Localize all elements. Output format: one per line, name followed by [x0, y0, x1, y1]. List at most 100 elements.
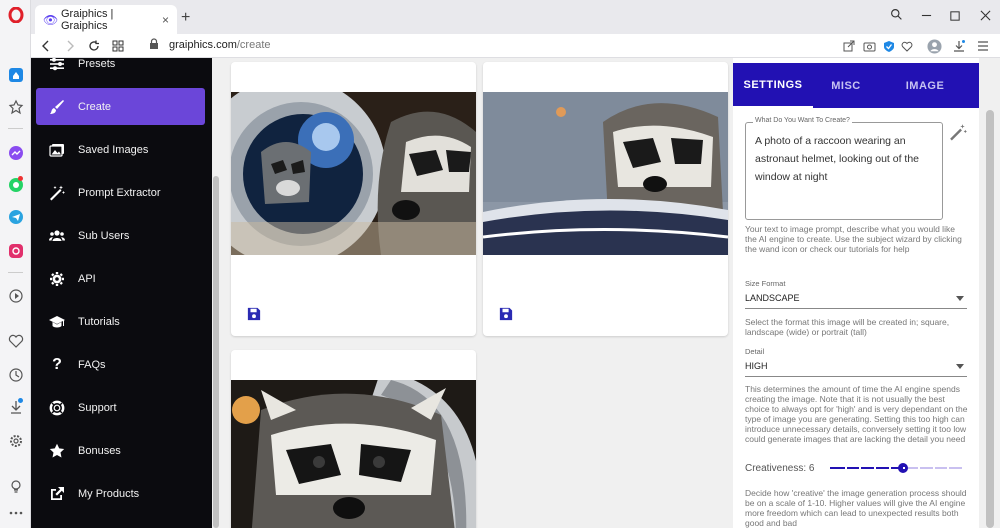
sidebar-item-label: My Products	[78, 487, 140, 500]
slider-tick	[888, 467, 891, 469]
home-icon[interactable]	[0, 64, 31, 86]
url-path: /create	[236, 39, 271, 51]
sidebar-item-support[interactable]: Support	[36, 389, 205, 426]
bookmarks-icon[interactable]	[0, 96, 31, 118]
tab-bar: 👁 Graiphics | Graiphics × +	[31, 0, 1000, 34]
player-icon[interactable]	[0, 285, 31, 307]
settings-icon[interactable]	[0, 430, 31, 452]
generated-image[interactable]	[483, 92, 728, 255]
tab-misc[interactable]: MISC	[813, 63, 879, 108]
size-format-label: Size Format	[745, 279, 786, 288]
slider-tick	[859, 467, 862, 469]
sidebar-item-tutorials[interactable]: Tutorials	[36, 303, 205, 340]
slider-tick	[903, 467, 906, 469]
opera-sidebar	[0, 0, 31, 528]
sidebar-item-presets[interactable]: Presets	[36, 58, 205, 82]
new-tab-button[interactable]: +	[181, 9, 190, 27]
image-card	[231, 62, 476, 336]
address-bar: graiphics.com/create	[31, 34, 1000, 58]
magic-wand-icon	[48, 184, 66, 202]
tab-settings[interactable]: SETTINGS	[733, 63, 813, 108]
image-card	[483, 62, 728, 336]
panel-scrollbar[interactable]	[979, 58, 1000, 528]
save-icon[interactable]	[499, 307, 513, 321]
scrollbar-thumb[interactable]	[986, 110, 994, 528]
sidebar-item-api[interactable]: API	[36, 260, 205, 297]
sliders-icon	[48, 58, 66, 73]
sidebar-item-my-products[interactable]: My Products	[36, 475, 205, 512]
telegram-icon[interactable]	[0, 206, 31, 228]
url-domain: graiphics.com	[169, 39, 237, 51]
sidebar-item-label: Bonuses	[78, 444, 121, 457]
chevron-down-icon	[956, 364, 964, 369]
slider-tick	[918, 467, 920, 469]
images-icon	[48, 141, 66, 159]
easy-setup-icon[interactable]	[975, 38, 991, 54]
users-icon	[48, 227, 66, 245]
generated-image[interactable]	[231, 92, 476, 255]
speed-dial-icon[interactable]	[109, 37, 127, 55]
sidebar-item-create[interactable]: Create	[36, 88, 205, 125]
save-icon[interactable]	[247, 307, 261, 321]
download-icon[interactable]	[951, 38, 967, 54]
instagram-icon[interactable]	[0, 240, 31, 262]
prompt-value[interactable]: A photo of a raccoon wearing an astronau…	[755, 132, 935, 186]
browser-tab[interactable]: 👁 Graiphics | Graiphics ×	[35, 5, 177, 34]
sidebar-item-sub-users[interactable]: Sub Users	[36, 217, 205, 254]
heart-icon[interactable]	[0, 330, 31, 352]
generated-image[interactable]	[231, 380, 476, 528]
graduation-cap-icon	[48, 313, 66, 331]
prompt-help-text: Your text to image prompt, describe what…	[745, 224, 962, 254]
more-icon[interactable]	[0, 502, 31, 524]
sidebar-item-label: API	[78, 272, 96, 285]
scrollbar-thumb[interactable]	[213, 176, 219, 528]
close-tab-icon[interactable]: ×	[162, 13, 169, 27]
close-window-icon[interactable]	[975, 8, 995, 24]
reload-icon[interactable]	[85, 37, 103, 55]
url-field[interactable]: graiphics.com/create	[169, 39, 271, 51]
sidebar-item-label: Sub Users	[78, 229, 130, 242]
sidebar-item-bonuses[interactable]: Bonuses	[36, 432, 205, 469]
messenger-icon[interactable]	[0, 142, 31, 164]
downloads-icon[interactable]	[0, 396, 31, 418]
lock-icon[interactable]	[149, 38, 159, 53]
divider	[8, 128, 23, 129]
sidebar-item-saved-images[interactable]: Saved Images	[36, 131, 205, 168]
maximize-icon[interactable]	[945, 8, 965, 24]
sidebar-item-label: Create	[78, 100, 112, 113]
settings-panel: SETTINGS MISC IMAGE What Do You Want To …	[733, 58, 979, 528]
chevron-down-icon	[956, 296, 964, 301]
back-icon[interactable]	[37, 37, 55, 55]
history-icon[interactable]	[0, 364, 31, 386]
size-format-select[interactable]: LANDSCAPE	[745, 289, 967, 309]
sidebar-scrollbar[interactable]	[212, 58, 220, 528]
profile-avatar-icon[interactable]	[926, 38, 942, 54]
detail-select[interactable]: HIGH	[745, 357, 967, 377]
opera-logo-icon[interactable]	[0, 4, 31, 26]
sidebar-item-label: FAQs	[78, 358, 106, 371]
favorite-heart-icon[interactable]	[899, 38, 915, 54]
magic-wand-icon[interactable]	[949, 123, 967, 141]
camera-icon[interactable]	[861, 38, 877, 54]
shield-icon[interactable]	[881, 38, 897, 54]
detail-label: Detail	[745, 347, 765, 356]
whatsapp-icon[interactable]	[0, 174, 31, 196]
creativeness-slider[interactable]	[830, 461, 962, 475]
forward-icon[interactable]	[61, 37, 79, 55]
tab-image[interactable]: IMAGE	[879, 63, 971, 108]
brush-icon	[48, 98, 66, 116]
search-tabs-icon[interactable]	[886, 8, 906, 24]
slider-tick	[874, 467, 876, 469]
question-icon: ?	[52, 355, 62, 373]
external-link-icon	[48, 485, 66, 503]
life-ring-icon	[48, 399, 66, 417]
prompt-textarea[interactable]: What Do You Want To Create? A photo of a…	[745, 117, 943, 220]
share-icon[interactable]	[841, 38, 857, 54]
image-gallery	[220, 58, 733, 528]
panel-tabs: SETTINGS MISC IMAGE	[733, 63, 979, 108]
lightbulb-icon[interactable]	[0, 476, 31, 498]
sidebar-item-faqs[interactable]: ? FAQs	[36, 346, 205, 383]
minimize-icon[interactable]	[916, 8, 936, 24]
sidebar-item-prompt-extractor[interactable]: Prompt Extractor	[36, 174, 205, 211]
creativeness-label: Creativeness: 6	[745, 463, 815, 474]
